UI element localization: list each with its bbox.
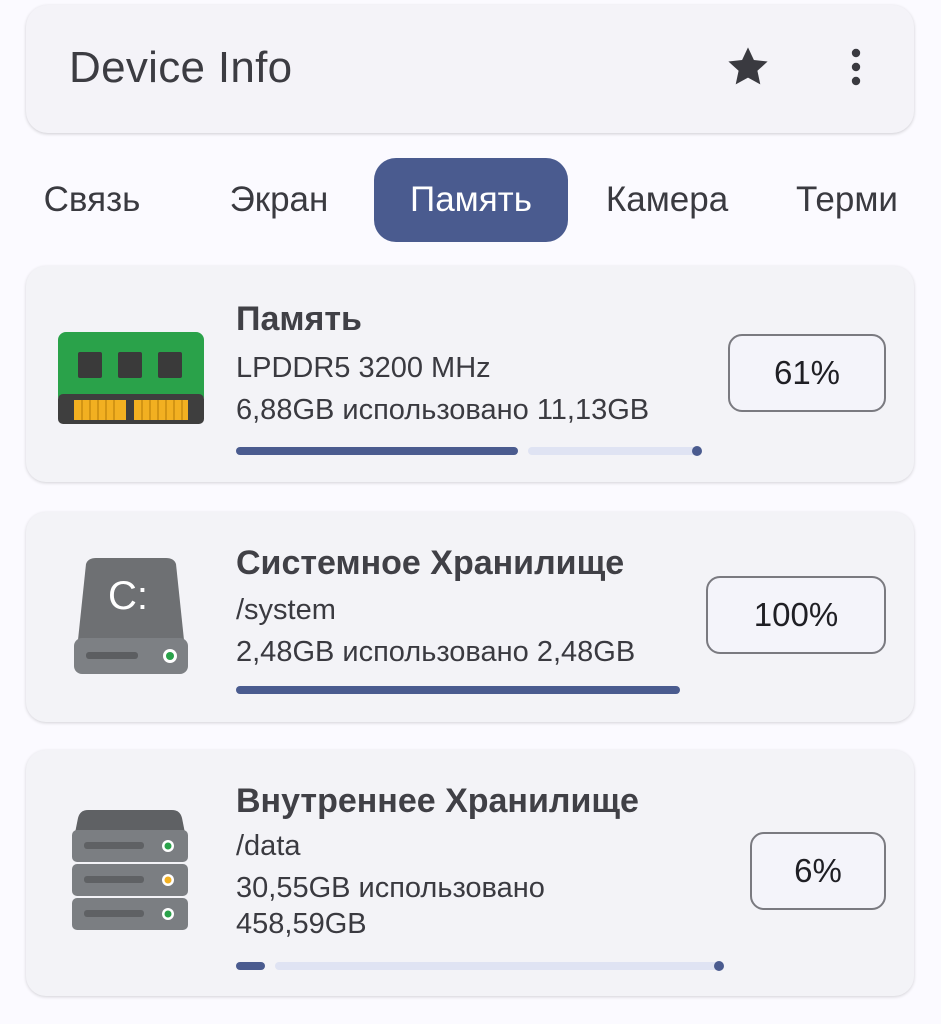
- drive-letter-label: C:: [108, 574, 148, 618]
- system-storage-card[interactable]: C: Системное Хранилище /system 2,48GB ис…: [26, 512, 914, 722]
- app-bar: Device Info: [26, 5, 914, 133]
- system-storage-title: Системное Хранилище: [236, 544, 625, 582]
- tab-camera[interactable]: Камера: [592, 158, 742, 242]
- system-storage-usage: 2,48GB использовано 2,48GB: [236, 636, 636, 668]
- memory-percent-badge: 61%: [728, 334, 886, 412]
- tab-thermal[interactable]: Терми: [796, 158, 918, 242]
- tab-display[interactable]: Экран: [212, 158, 346, 242]
- memory-usage: 6,88GB использовано 11,13GB: [236, 394, 650, 426]
- internal-storage-usage: 30,55GB использовано: [236, 872, 545, 904]
- more-options-button[interactable]: [828, 39, 884, 95]
- app-title: Device Info: [69, 43, 293, 92]
- system-storage-path: /system: [236, 594, 336, 626]
- internal-storage-card[interactable]: Внутреннее Хранилище /data 30,55GB испол…: [26, 750, 914, 996]
- memory-type: LPDDR5 3200 MHz: [236, 352, 491, 384]
- memory-title: Память: [236, 300, 362, 338]
- internal-storage-title: Внутреннее Хранилище: [236, 782, 639, 820]
- system-storage-percent-badge: 100%: [706, 576, 886, 654]
- server-storage-icon: [72, 810, 188, 930]
- tab-bar: Связь Экран Память Камера Терми: [0, 158, 918, 244]
- memory-card[interactable]: Память LPDDR5 3200 MHz 6,88GB использова…: [26, 266, 914, 482]
- internal-storage-total: 458,59GB: [236, 908, 367, 940]
- tab-connectivity[interactable]: Связь: [30, 158, 154, 242]
- favorite-button[interactable]: [720, 39, 776, 95]
- star-icon: [728, 47, 768, 85]
- tab-memory[interactable]: Память: [374, 158, 568, 242]
- ram-chip-icon: [58, 332, 204, 424]
- internal-storage-path: /data: [236, 830, 301, 862]
- internal-storage-percent-badge: 6%: [750, 832, 886, 910]
- more-vert-icon: [851, 48, 861, 86]
